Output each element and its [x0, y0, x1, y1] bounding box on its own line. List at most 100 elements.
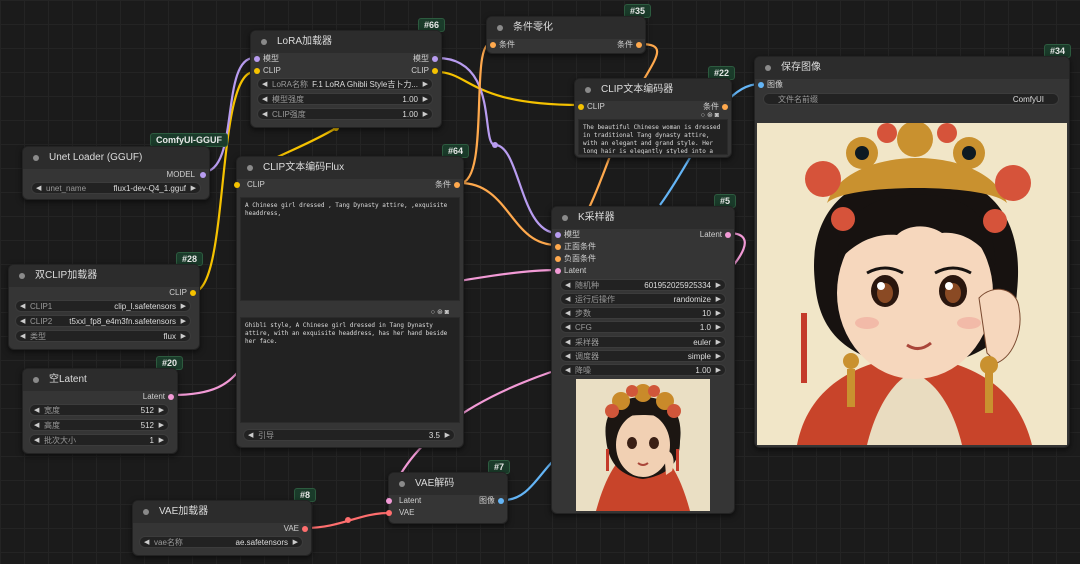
clip-strength-input[interactable]: ◀ CLIP强度 1.00 ▶: [257, 108, 433, 120]
vae-decode-node[interactable]: VAE解码 Latent 图像 VAE: [386, 472, 508, 524]
node-title: 空Latent: [23, 369, 177, 391]
input-negative-dot[interactable]: [555, 256, 561, 262]
input-clip-label: CLIP: [263, 66, 281, 75]
seed-input[interactable]: ◀ 随机种 601952025925334 ▶: [560, 279, 726, 291]
textarea-tools-icon[interactable]: ○ ⊛ ◙: [701, 111, 719, 119]
sampler-select[interactable]: ◀ 采样器 euler ▶: [560, 336, 726, 348]
conditioning-zero-node[interactable]: 条件零化 条件 条件: [486, 16, 646, 54]
scheduler-select[interactable]: ◀ 调度器 simple ▶: [560, 350, 726, 362]
output-clip-label: CLIP: [169, 288, 187, 297]
empty-latent-node[interactable]: 空Latent Latent ◀ 宽度 512 ▶ ◀ 高度 512 ▶ ◀ 批次大小 1 ▶: [22, 368, 178, 454]
input-model-dot[interactable]: [555, 232, 561, 238]
input-cond-dot[interactable]: [490, 42, 496, 48]
guidance-input[interactable]: ◀ 引导 3.5 ▶: [243, 429, 455, 441]
node-title: 保存图像: [755, 57, 1069, 79]
input-positive-dot[interactable]: [555, 244, 561, 250]
output-latent-dot[interactable]: [168, 394, 174, 400]
output-cond-dot[interactable]: [722, 104, 728, 110]
denoise-input[interactable]: ◀ 降噪 1.00 ▶: [560, 364, 726, 376]
wire-clip-lora-to-clipenc: [436, 70, 581, 107]
vae-name-select[interactable]: ◀ vae名称 ae.safetensors ▶: [139, 536, 303, 548]
input-model-dot[interactable]: [254, 56, 260, 62]
output-latent-label: Latent: [699, 230, 722, 239]
node-title: VAE解码: [389, 473, 507, 495]
preview-image: [576, 379, 710, 511]
clip-text-encoder-node[interactable]: CLIP文本编码器 CLIP 条件 ○ ⊛ ◙ The beautiful Ch…: [574, 78, 732, 158]
height-input[interactable]: ◀ 高度 512 ▶: [29, 419, 169, 431]
input-latent-dot[interactable]: [555, 268, 561, 274]
type-select[interactable]: ◀ 类型 flux ▶: [15, 330, 191, 342]
batch-size-input[interactable]: ◀ 批次大小 1 ▶: [29, 434, 169, 446]
input-image-dot[interactable]: [758, 82, 764, 88]
output-cond-label: 条件: [435, 180, 451, 189]
lora-name-select[interactable]: ◀ LoRA名称 F.1 LoRA Ghibli Style吉卜力... ▶: [257, 78, 433, 90]
t5xxl-textarea[interactable]: Ghibli style, A Chinese girl dressed in …: [240, 317, 460, 423]
clip2-select[interactable]: ◀ CLIP2 t5xxl_fp8_e4m3fn.safetensors ▶: [15, 315, 191, 327]
dual-clip-loader-node[interactable]: 双CLIP加载器 CLIP ◀ CLIP1 clip_l.safetensors ▶ …: [8, 264, 200, 350]
node-title: CLIP文本编码器: [575, 79, 731, 101]
output-cond-dot[interactable]: [636, 42, 642, 48]
node-title: VAE加载器: [133, 501, 311, 523]
input-clip-label: CLIP: [587, 102, 605, 111]
output-model-label: 模型: [413, 54, 429, 63]
control-after-generate-select[interactable]: ◀ 运行后操作 randomize ▶: [560, 293, 726, 305]
node-title: 条件零化: [487, 17, 645, 39]
output-model-dot[interactable]: [432, 56, 438, 62]
output-image-dot[interactable]: [498, 498, 504, 504]
width-input[interactable]: ◀ 宽度 512 ▶: [29, 404, 169, 416]
output-cond-dot[interactable]: [454, 182, 460, 188]
preview-image-art: [576, 379, 710, 511]
model-strength-input[interactable]: ◀ 模型强度 1.00 ▶: [257, 93, 433, 105]
output-image-label: 图像: [479, 496, 495, 505]
clip-text-encode-flux-node[interactable]: CLIP文本编码Flux CLIP 条件 A Chinese girl dres…: [234, 156, 464, 448]
output-clip-dot[interactable]: [190, 290, 196, 296]
steps-input[interactable]: ◀ 步数 10 ▶: [560, 307, 726, 319]
prompt-textarea[interactable]: The beautiful Chinese woman is dressed i…: [578, 119, 728, 155]
node-title: Unet Loader (GGUF): [23, 147, 209, 169]
input-vae-label: VAE: [399, 508, 415, 517]
output-latent-dot[interactable]: [725, 232, 731, 238]
output-vae-dot[interactable]: [302, 526, 308, 532]
input-clip-label: CLIP: [247, 180, 265, 189]
input-latent-dot[interactable]: [386, 498, 392, 504]
input-model-label: 模型: [564, 230, 580, 239]
node-badge: ComfyUI-GGUF: [150, 133, 228, 147]
lora-loader-node[interactable]: LoRA加载器 模型 模型 CLIP CLIP ◀ LoRA名称 F.1 LoRA …: [250, 30, 442, 128]
output-image: [757, 123, 1067, 445]
filename-prefix-input[interactable]: 文件名前缀 ComfyUI: [763, 93, 1059, 105]
output-vae-label: VAE: [283, 524, 299, 533]
node-title: K采样器: [552, 207, 734, 229]
input-clip-dot[interactable]: [234, 182, 240, 188]
output-cond-label: 条件: [617, 40, 633, 49]
output-model-dot[interactable]: [200, 172, 206, 178]
widget-label: unet_name: [46, 184, 87, 193]
widget-value: flux1-dev-Q4_1.gguf: [113, 184, 187, 193]
input-clip-dot[interactable]: [254, 68, 260, 74]
save-image-node[interactable]: 保存图像 图像 文件名前缀 ComfyUI: [754, 56, 1070, 448]
clip1-select[interactable]: ◀ CLIP1 clip_l.safetensors ▶: [15, 300, 191, 312]
vae-loader-node[interactable]: VAE加载器 VAE ◀ vae名称 ae.safetensors ▶: [132, 500, 312, 556]
textarea-tools-icon[interactable]: ○ ⊛ ◙: [431, 308, 449, 316]
arrow-left-icon[interactable]: ◀: [36, 183, 41, 195]
node-title: CLIP文本编码Flux: [237, 157, 463, 179]
input-model-label: 模型: [263, 54, 279, 63]
arrow-right-icon[interactable]: ▶: [191, 183, 196, 195]
input-positive-label: 正面条件: [564, 242, 596, 251]
input-cond-label: 条件: [499, 40, 515, 49]
input-negative-label: 负面条件: [564, 254, 596, 263]
input-latent-label: Latent: [399, 496, 422, 505]
output-clip-dot[interactable]: [432, 68, 438, 74]
output-image-art: [757, 123, 1067, 445]
unet-name-select[interactable]: ◀ unet_name flux1-dev-Q4_1.gguf ▶: [31, 182, 201, 194]
wire-cond-flux-to-ksampler: [459, 181, 558, 247]
input-latent-label: Latent: [564, 266, 587, 275]
input-vae-dot[interactable]: [386, 510, 392, 516]
output-model-label: MODEL: [166, 170, 195, 179]
output-clip-label: CLIP: [411, 66, 429, 75]
unet-loader-node[interactable]: Unet Loader (GGUF) MODEL ◀ unet_name flu…: [22, 146, 210, 200]
node-title: 双CLIP加载器: [9, 265, 199, 287]
clip-l-textarea[interactable]: A Chinese girl dressed , Tang Dynasty at…: [240, 197, 460, 301]
ksampler-node[interactable]: K采样器 模型 Latent 正面条件 负面条件 Latent ◀ 随机种 6019…: [551, 206, 735, 514]
cfg-input[interactable]: ◀ CFG 1.0 ▶: [560, 321, 726, 333]
input-clip-dot[interactable]: [578, 104, 584, 110]
